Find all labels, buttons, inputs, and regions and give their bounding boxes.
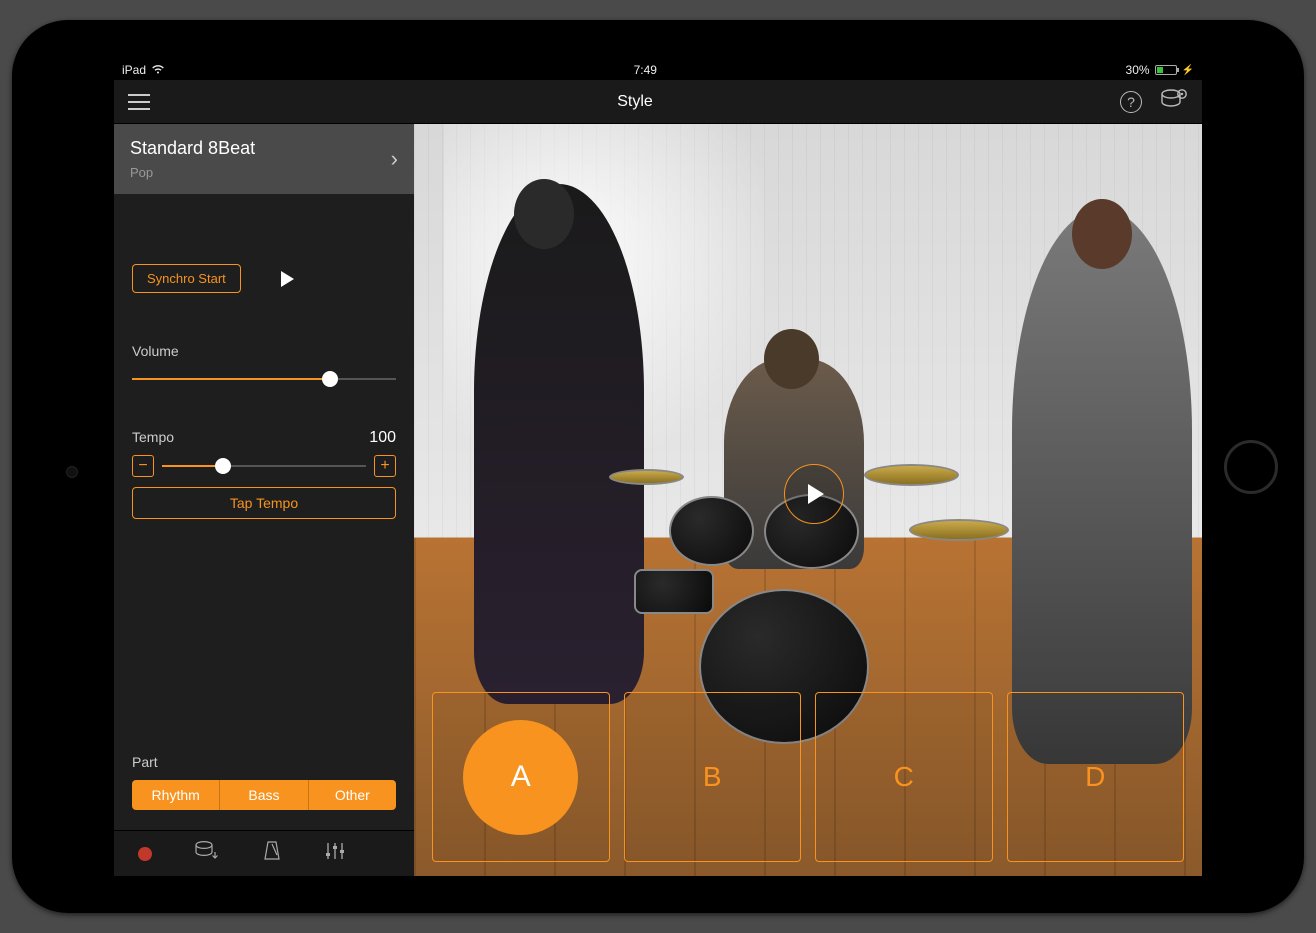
guitarist-figure: [1012, 209, 1192, 764]
part-label: Part: [132, 754, 396, 770]
tempo-plus-button[interactable]: +: [374, 455, 396, 477]
tom-drum-1: [669, 496, 754, 566]
part-other-button[interactable]: Other: [309, 780, 396, 810]
status-bar: iPad 7:49 30% ⚡: [114, 60, 1202, 80]
pad-a-label: A: [463, 720, 578, 835]
bottom-toolbar: [114, 830, 414, 876]
stage-play-button[interactable]: [784, 464, 844, 524]
part-bass-button[interactable]: Bass: [220, 780, 308, 810]
pad-b-label: B: [703, 761, 722, 793]
home-button[interactable]: [1224, 440, 1278, 494]
tempo-value: 100: [369, 429, 396, 447]
app-screen: iPad 7:49 30% ⚡ Style ?: [114, 60, 1202, 876]
tempo-slider[interactable]: [162, 456, 366, 476]
nav-bar: Style ?: [114, 80, 1202, 124]
wifi-icon: [151, 63, 165, 77]
stage-area: A B C D: [414, 124, 1202, 876]
metronome-button[interactable]: [262, 840, 282, 867]
device-label: iPad: [122, 63, 146, 77]
style-name: Standard 8Beat: [130, 138, 255, 159]
singer-figure: [474, 184, 644, 704]
pad-c-label: C: [894, 761, 914, 793]
download-button[interactable]: [194, 840, 220, 867]
page-title: Style: [617, 93, 653, 111]
section-pads: A B C D: [432, 692, 1184, 862]
battery-percent: 30%: [1126, 63, 1150, 77]
device-camera: [66, 466, 78, 478]
tempo-label: Tempo: [132, 429, 174, 445]
chevron-right-icon: ›: [391, 146, 398, 172]
pad-d[interactable]: D: [1007, 692, 1185, 862]
synchro-start-button[interactable]: Synchro Start: [132, 264, 241, 293]
ipad-frame: iPad 7:49 30% ⚡ Style ?: [12, 20, 1304, 913]
cymbal-1: [864, 464, 959, 486]
style-selector[interactable]: Standard 8Beat Pop ›: [114, 124, 414, 194]
menu-button[interactable]: [128, 94, 150, 110]
pad-a[interactable]: A: [432, 692, 610, 862]
clock: 7:49: [634, 63, 657, 77]
sidebar: Standard 8Beat Pop › Synchro Start Volum…: [114, 124, 414, 876]
volume-slider[interactable]: [132, 369, 396, 389]
cymbal-2: [909, 519, 1009, 541]
play-button[interactable]: [281, 271, 294, 287]
tap-tempo-button[interactable]: Tap Tempo: [132, 487, 396, 519]
part-segmented-control: Rhythm Bass Other: [132, 780, 396, 810]
pad-b[interactable]: B: [624, 692, 802, 862]
hihat: [609, 469, 684, 485]
volume-label: Volume: [132, 343, 396, 359]
tempo-minus-button[interactable]: −: [132, 455, 154, 477]
snare-drum: [634, 569, 714, 614]
mixer-button[interactable]: [324, 840, 346, 867]
record-button[interactable]: [138, 847, 152, 861]
pad-c[interactable]: C: [815, 692, 993, 862]
part-rhythm-button[interactable]: Rhythm: [132, 780, 220, 810]
style-genre: Pop: [130, 165, 255, 180]
help-button[interactable]: ?: [1120, 91, 1142, 113]
battery-icon: [1155, 65, 1177, 75]
pad-d-label: D: [1085, 761, 1105, 793]
drum-settings-button[interactable]: [1160, 88, 1188, 115]
charging-icon: ⚡: [1182, 65, 1194, 76]
